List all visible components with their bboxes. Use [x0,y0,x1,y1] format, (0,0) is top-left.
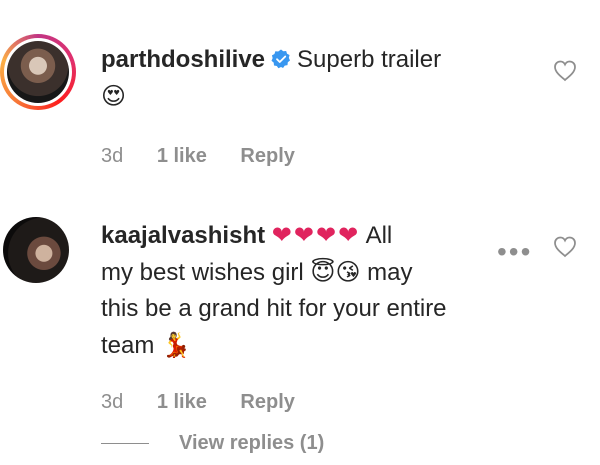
timestamp[interactable]: 3d [101,391,123,413]
like-count[interactable]: 1 like [157,145,207,167]
heart-outline-icon[interactable] [553,236,577,258]
comment-meta: 3d 1 like Reply [101,145,323,168]
comment-body: may [367,259,413,286]
reply-button[interactable]: Reply [240,145,294,167]
view-replies-label[interactable]: View replies (1) [179,432,324,454]
reply-button[interactable]: Reply [240,391,294,413]
smiling-halo-emoji: 😇 [310,258,336,286]
like-count[interactable]: 1 like [157,391,207,413]
heart-eyes-emoji: 😍 [101,82,127,110]
dancer-emoji: 💃 [161,331,191,359]
comment-body: my best wishes girl [101,259,304,286]
comment-meta: 3d 1 like Reply [101,391,323,414]
view-replies-button[interactable]: View replies (1) [101,432,324,455]
comment-body: team [101,332,155,359]
story-ring[interactable] [0,34,76,110]
comment-body: All [365,222,393,249]
hearts-emoji: ❤❤❤❤ [271,221,361,249]
more-options-icon[interactable]: ••• [497,238,532,266]
comment-text: kaajalvashisht ❤❤❤❤ All my best wishes g… [101,217,447,364]
avatar[interactable] [3,217,69,283]
username[interactable]: kaajalvashisht [101,222,265,249]
avatar[interactable] [7,41,69,103]
comment-text: parthdoshilive Superb trailer 😍 [101,42,441,115]
timestamp[interactable]: 3d [101,145,123,167]
kiss-emoji: 😘 [335,258,361,286]
username[interactable]: parthdoshilive [101,46,265,73]
divider-line [101,443,149,445]
comment-body: this be a grand hit for your entire [101,295,447,322]
comment-body: Superb trailer [297,46,442,73]
verified-badge-icon [271,49,291,69]
heart-outline-icon[interactable] [553,60,577,82]
